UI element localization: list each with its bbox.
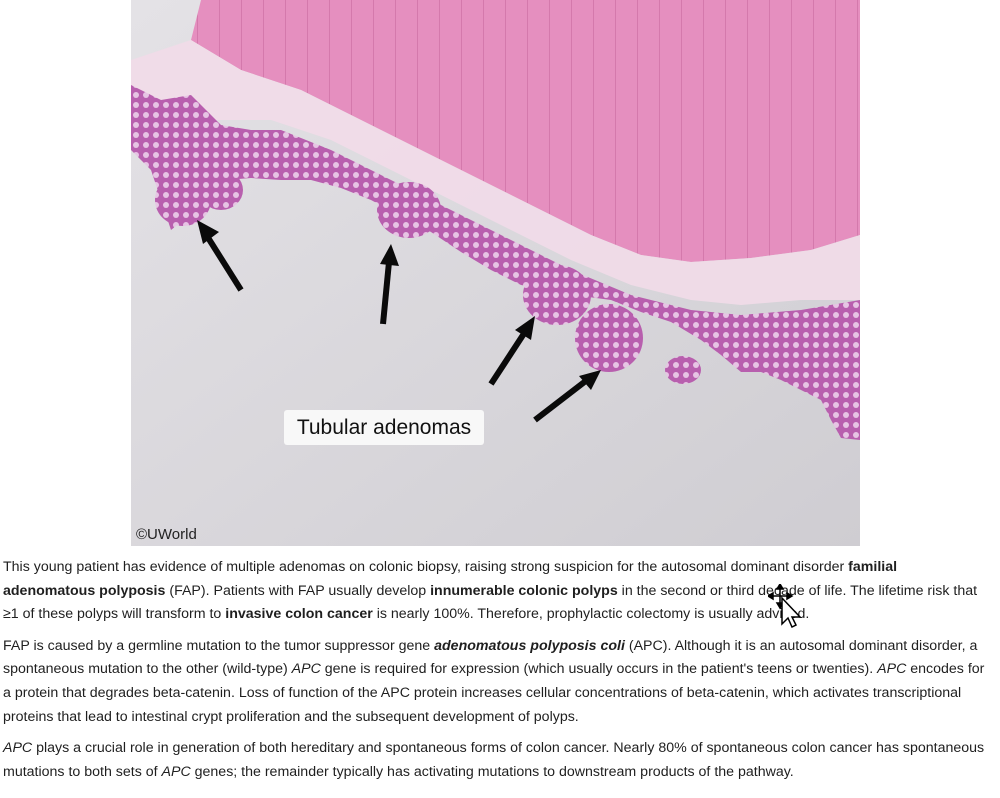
key-term: adenomatous polyposis coli (434, 637, 625, 654)
move-cursor-icon (768, 584, 802, 628)
copyright-notice: ©UWorld (136, 526, 197, 543)
text-run: (FAP). Patients with FAP usually develop (165, 582, 431, 599)
gene-name: APC (161, 763, 191, 780)
explanation-text: This young patient has evidence of multi… (3, 556, 993, 792)
gene-name: APC (3, 740, 33, 757)
text-run: gene is required for expression (which u… (320, 661, 878, 678)
gene-name: APC (877, 661, 907, 678)
gene-name: APC (291, 661, 321, 678)
key-term: invasive colon cancer (225, 606, 373, 623)
explanation-paragraph-3: APC plays a crucial role in generation o… (3, 737, 993, 784)
colon-tissue-illustration (131, 0, 860, 546)
figure-label: Tubular adenomas (284, 410, 484, 445)
text-run: This young patient has evidence of multi… (3, 559, 849, 575)
explanation-paragraph-1: This young patient has evidence of multi… (3, 556, 993, 627)
explanation-paragraph-2: FAP is caused by a germline mutation to … (3, 635, 993, 729)
text-run: FAP is caused by a germline mutation to … (3, 637, 435, 654)
key-term: innumerable colonic polyps (430, 582, 618, 599)
histology-image: Tubular adenomas ©UWorld (131, 0, 860, 546)
text-run: is nearly 100%. Therefore, prophylactic … (372, 606, 810, 623)
text-run: genes; the remainder typically has activ… (190, 763, 794, 780)
